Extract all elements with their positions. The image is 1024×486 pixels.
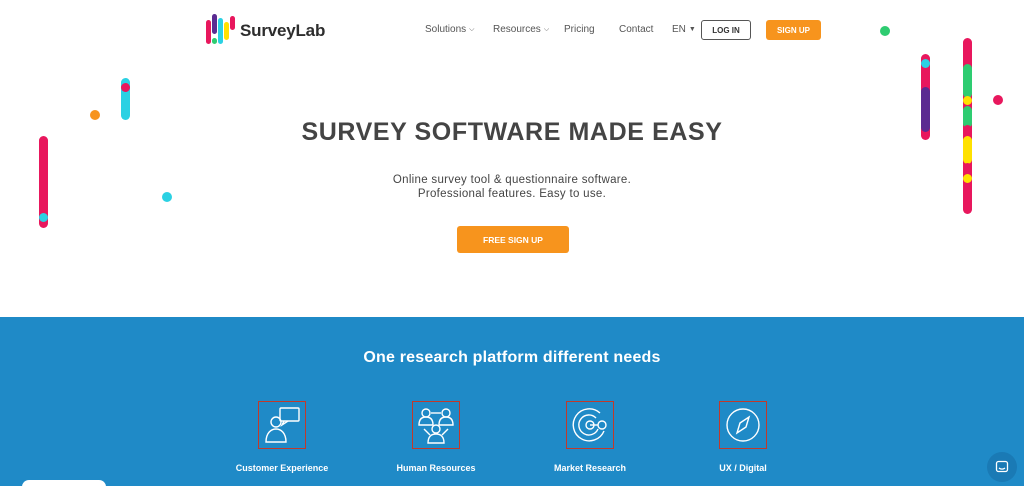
free-signup-button[interactable]: FREE SIGN UP bbox=[457, 226, 569, 253]
login-button[interactable]: LOG IN bbox=[701, 20, 751, 40]
nav-resources-label: Resources bbox=[493, 24, 541, 35]
feature-ux-digital[interactable]: UX / Digital bbox=[673, 401, 813, 473]
deco-dot bbox=[121, 83, 130, 92]
feature-label: Customer Experience bbox=[235, 463, 329, 473]
hero-subtitle: Online survey tool & questionnaire softw… bbox=[0, 173, 1024, 201]
feature-customer-experience[interactable]: Customer Experience bbox=[212, 401, 352, 473]
deco-dot bbox=[921, 59, 930, 68]
feature-market-research[interactable]: Market Research bbox=[520, 401, 660, 473]
language-label: EN bbox=[672, 24, 686, 35]
target-icon bbox=[566, 401, 614, 449]
nav-resources[interactable]: Resources ⌵ bbox=[493, 24, 549, 35]
team-people-icon bbox=[412, 401, 460, 449]
hero-subtitle-line-1: Online survey tool & questionnaire softw… bbox=[392, 174, 632, 186]
hero-subtitle-line-2: Professional features. Easy to use. bbox=[417, 188, 607, 200]
cookie-notice-tab[interactable] bbox=[22, 480, 106, 486]
feature-label: Market Research bbox=[553, 463, 627, 473]
nav-solutions-label: Solutions bbox=[425, 24, 467, 35]
language-selector[interactable]: EN ▼ bbox=[672, 24, 696, 35]
brand-logo[interactable]: SurveyLab bbox=[206, 14, 325, 48]
deco-bar bbox=[963, 64, 972, 98]
deco-dot bbox=[963, 96, 972, 105]
chevron-down-icon: ⌵ bbox=[469, 26, 475, 33]
customer-chat-icon bbox=[258, 401, 306, 449]
logo-mark-icon bbox=[206, 14, 235, 48]
hero-title: SURVEY SOFTWARE MADE EASY bbox=[301, 118, 723, 146]
nav-pricing[interactable]: Pricing bbox=[564, 24, 595, 35]
deco-dot bbox=[993, 95, 1003, 105]
chat-icon bbox=[995, 460, 1009, 473]
feature-label: UX / Digital bbox=[719, 463, 767, 473]
chat-widget-button[interactable] bbox=[987, 452, 1017, 482]
section-title: One research platform different needs bbox=[363, 349, 661, 366]
deco-dot bbox=[39, 213, 48, 222]
nav-contact[interactable]: Contact bbox=[619, 24, 653, 35]
nav-solutions[interactable]: Solutions ⌵ bbox=[425, 24, 474, 35]
deco-dot bbox=[880, 26, 890, 36]
chevron-down-icon: ⌵ bbox=[543, 26, 550, 33]
caret-down-icon: ▼ bbox=[688, 26, 696, 33]
deco-dot bbox=[963, 163, 972, 172]
site-header: SurveyLab Solutions ⌵ Resources ⌵ Pricing … bbox=[0, 0, 1024, 60]
feature-human-resources[interactable]: Human Resources bbox=[366, 401, 506, 473]
signup-button[interactable]: SIGN UP bbox=[766, 20, 821, 40]
feature-label: Human Resources bbox=[396, 463, 476, 473]
brand-name: SurveyLab bbox=[240, 21, 326, 40]
platform-section: One research platform different needs Cu… bbox=[0, 317, 1024, 486]
compass-icon bbox=[719, 401, 767, 449]
